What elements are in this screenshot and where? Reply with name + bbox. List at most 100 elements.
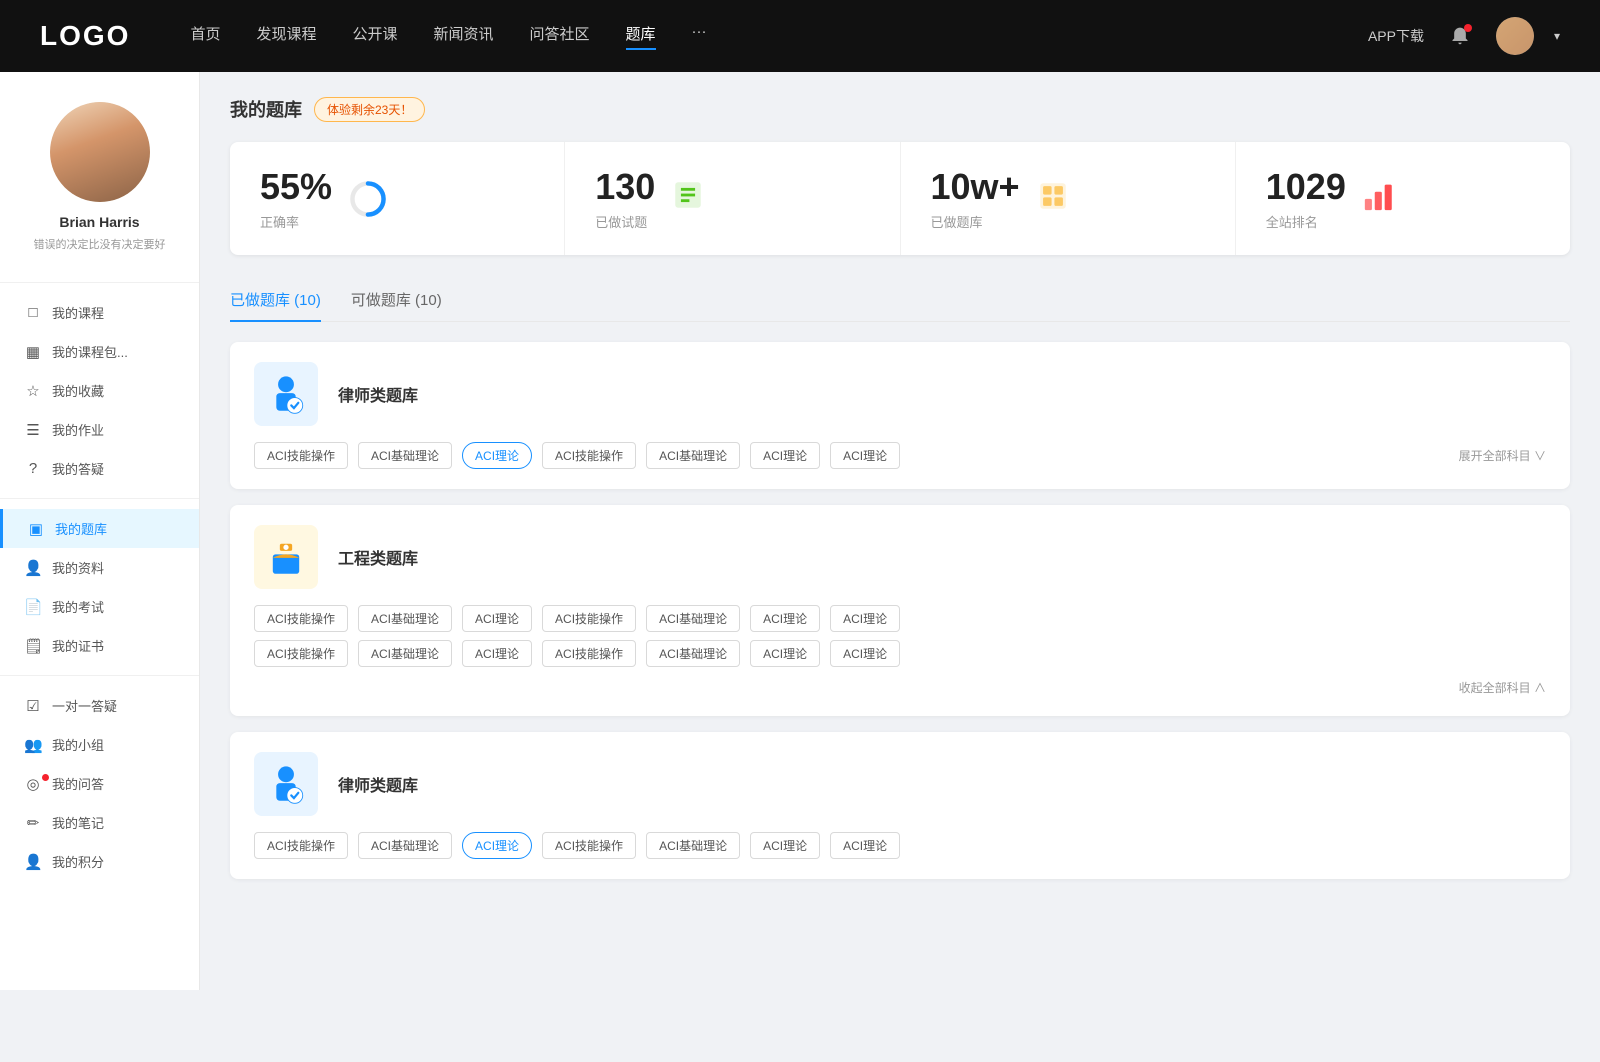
tag-2-1-7[interactable]: ACI理论 bbox=[830, 605, 900, 632]
tag-3-6[interactable]: ACI理论 bbox=[750, 832, 820, 859]
sidebar-item-exams[interactable]: 📄 我的考试 bbox=[0, 587, 199, 626]
qbank-icon-lawyer-2 bbox=[254, 752, 318, 816]
tag-1-6[interactable]: ACI理论 bbox=[750, 442, 820, 469]
avatar[interactable] bbox=[1496, 17, 1534, 55]
stat-accuracy-value: 55% bbox=[260, 166, 332, 208]
tags-footer-2: 收起全部科目 ∧ bbox=[254, 675, 1546, 696]
tag-3-4[interactable]: ACI技能操作 bbox=[542, 832, 636, 859]
page-title-bar: 我的题库 体验剩余23天！ bbox=[230, 96, 1570, 122]
stats-row: 55% 正确率 130 已做试题 bbox=[230, 142, 1570, 255]
tag-1-3[interactable]: ACI理论 bbox=[462, 442, 532, 469]
expand-link-1[interactable]: 展开全部科目 ∨ bbox=[1459, 447, 1546, 464]
qbank-card-lawyer-2: 律师类题库 ACI技能操作 ACI基础理论 ACI理论 ACI技能操作 ACI基… bbox=[230, 732, 1570, 879]
points-icon: 👤 bbox=[24, 853, 42, 871]
stat-done-banks: 10w+ 已做题库 bbox=[901, 142, 1236, 255]
sidebar-item-points[interactable]: 👤 我的积分 bbox=[0, 842, 199, 881]
qbank-header-3: 律师类题库 bbox=[254, 752, 1546, 816]
sidebar-item-my-qa[interactable]: ◎ 我的问答 bbox=[0, 764, 199, 803]
tag-2-2-5[interactable]: ACI基础理论 bbox=[646, 640, 740, 667]
tag-2-2-6[interactable]: ACI理论 bbox=[750, 640, 820, 667]
nav-courses[interactable]: 发现课程 bbox=[256, 23, 316, 50]
tag-3-5[interactable]: ACI基础理论 bbox=[646, 832, 740, 859]
tags-row-3: ACI技能操作 ACI基础理论 ACI理论 ACI技能操作 ACI基础理论 AC… bbox=[254, 832, 1546, 859]
sidebar-item-profile[interactable]: 👤 我的资料 bbox=[0, 548, 199, 587]
accuracy-chart bbox=[348, 179, 388, 219]
nav-news[interactable]: 新闻资讯 bbox=[434, 23, 494, 50]
tag-2-1-2[interactable]: ACI基础理论 bbox=[358, 605, 452, 632]
stat-done-questions: 130 已做试题 bbox=[565, 142, 900, 255]
sidebar-item-groups[interactable]: 👥 我的小组 bbox=[0, 725, 199, 764]
sidebar-item-favorites[interactable]: ☆ 我的收藏 bbox=[0, 371, 199, 410]
sidebar-item-notes[interactable]: ✏ 我的笔记 bbox=[0, 803, 199, 842]
qbank-title-lawyer-1: 律师类题库 bbox=[338, 382, 418, 406]
app-download[interactable]: APP下载 bbox=[1368, 26, 1424, 46]
packages-icon: ▦ bbox=[24, 343, 42, 361]
tag-2-2-1[interactable]: ACI技能操作 bbox=[254, 640, 348, 667]
collapse-link-2[interactable]: 收起全部科目 ∧ bbox=[1459, 679, 1546, 696]
homework-icon: ☰ bbox=[24, 421, 42, 439]
tag-3-7[interactable]: ACI理论 bbox=[830, 832, 900, 859]
my-qa-badge bbox=[42, 774, 49, 781]
tag-3-2[interactable]: ACI基础理论 bbox=[358, 832, 452, 859]
nav-open-course[interactable]: 公开课 bbox=[352, 23, 397, 50]
sidebar-item-question-bank[interactable]: ▣ 我的题库 bbox=[0, 509, 199, 548]
tag-1-7[interactable]: ACI理论 bbox=[830, 442, 900, 469]
stat-ranking-value: 1029 bbox=[1266, 166, 1346, 208]
qbank-title-engineer: 工程类题库 bbox=[338, 545, 418, 569]
tag-3-1[interactable]: ACI技能操作 bbox=[254, 832, 348, 859]
tag-1-2[interactable]: ACI基础理论 bbox=[358, 442, 452, 469]
tab-done-banks[interactable]: 已做题库 (10) bbox=[230, 279, 321, 322]
tag-1-5[interactable]: ACI基础理论 bbox=[646, 442, 740, 469]
sidebar-item-homework[interactable]: ☰ 我的作业 bbox=[0, 410, 199, 449]
exams-icon: 📄 bbox=[24, 598, 42, 616]
tag-2-2-2[interactable]: ACI基础理论 bbox=[358, 640, 452, 667]
qbank-card-lawyer-1: 律师类题库 ACI技能操作 ACI基础理论 ACI理论 ACI技能操作 ACI基… bbox=[230, 342, 1570, 489]
tag-2-2-3[interactable]: ACI理论 bbox=[462, 640, 532, 667]
sidebar-divider-mid bbox=[0, 498, 199, 499]
done-banks-icon bbox=[1036, 179, 1070, 218]
navbar: LOGO 首页 发现课程 公开课 新闻资讯 问答社区 题库 ··· APP下载 … bbox=[0, 0, 1600, 72]
tags-row-1: ACI技能操作 ACI基础理论 ACI理论 ACI技能操作 ACI基础理论 AC… bbox=[254, 442, 1546, 469]
tag-1-1[interactable]: ACI技能操作 bbox=[254, 442, 348, 469]
qbank-tags-3: ACI技能操作 ACI基础理论 ACI理论 ACI技能操作 ACI基础理论 AC… bbox=[254, 832, 1546, 859]
tag-2-1-1[interactable]: ACI技能操作 bbox=[254, 605, 348, 632]
tag-2-1-6[interactable]: ACI理论 bbox=[750, 605, 820, 632]
stat-done-label: 已做试题 bbox=[595, 212, 655, 231]
profile-icon: 👤 bbox=[24, 559, 42, 577]
tag-2-2-7[interactable]: ACI理论 bbox=[830, 640, 900, 667]
done-questions-icon bbox=[671, 178, 705, 219]
logo[interactable]: LOGO bbox=[40, 20, 130, 52]
nav-qa[interactable]: 问答社区 bbox=[530, 23, 590, 50]
favorites-icon: ☆ bbox=[24, 382, 42, 400]
tag-2-1-5[interactable]: ACI基础理论 bbox=[646, 605, 740, 632]
tag-3-3[interactable]: ACI理论 bbox=[462, 832, 532, 859]
notification-bell[interactable] bbox=[1444, 20, 1476, 52]
tag-2-1-3[interactable]: ACI理论 bbox=[462, 605, 532, 632]
sidebar-item-certificates[interactable]: 🗒 我的证书 bbox=[0, 626, 199, 665]
tag-2-1-4[interactable]: ACI技能操作 bbox=[542, 605, 636, 632]
tab-available-banks[interactable]: 可做题库 (10) bbox=[351, 279, 442, 322]
sidebar-item-qa[interactable]: ? 我的答疑 bbox=[0, 449, 199, 488]
nav-home[interactable]: 首页 bbox=[190, 23, 220, 50]
tags-row-2-1: ACI技能操作 ACI基础理论 ACI理论 ACI技能操作 ACI基础理论 AC… bbox=[254, 605, 1546, 632]
sidebar-item-1on1[interactable]: ☑ 一对一答疑 bbox=[0, 686, 199, 725]
tag-2-2-4[interactable]: ACI技能操作 bbox=[542, 640, 636, 667]
ranking-icon bbox=[1362, 179, 1396, 218]
sidebar-divider-bot bbox=[0, 675, 199, 676]
sidebar-item-course-packages[interactable]: ▦ 我的课程包... bbox=[0, 332, 199, 371]
qbank-tags-2: ACI技能操作 ACI基础理论 ACI理论 ACI技能操作 ACI基础理论 AC… bbox=[254, 605, 1546, 696]
page-wrapper: Brian Harris 错误的决定比没有决定要好 □ 我的课程 ▦ 我的课程包… bbox=[0, 72, 1600, 990]
trial-badge: 体验剩余23天！ bbox=[314, 97, 425, 122]
profile-chevron[interactable]: ▾ bbox=[1554, 29, 1560, 43]
stat-banks-label: 已做题库 bbox=[931, 212, 1020, 231]
notes-icon: ✏ bbox=[24, 814, 42, 832]
stat-ranking: 1029 全站排名 bbox=[1236, 142, 1570, 255]
nav-questions[interactable]: 题库 bbox=[626, 23, 656, 50]
sidebar-item-my-courses[interactable]: □ 我的课程 bbox=[0, 293, 199, 332]
my-qa-icon: ◎ bbox=[24, 775, 42, 793]
tag-1-4[interactable]: ACI技能操作 bbox=[542, 442, 636, 469]
qbank-icon: ▣ bbox=[27, 520, 45, 538]
nav-more[interactable]: ··· bbox=[692, 23, 707, 50]
one-on-one-icon: ☑ bbox=[24, 697, 42, 715]
certs-icon: 🗒 bbox=[24, 637, 42, 655]
